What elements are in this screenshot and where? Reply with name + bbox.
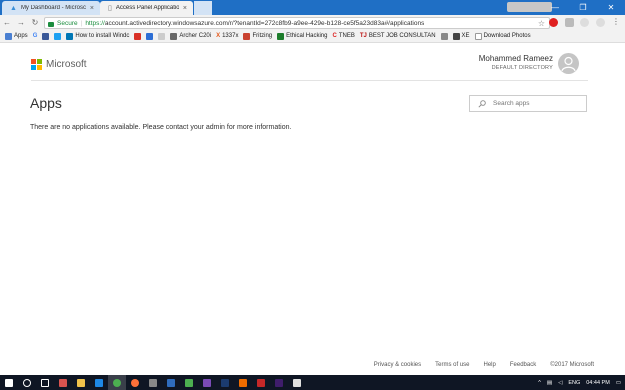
app-icon[interactable] bbox=[162, 375, 180, 390]
bookmark-apps[interactable]: Apps bbox=[5, 32, 28, 40]
task-view-icon[interactable] bbox=[36, 375, 54, 390]
close-tab-icon[interactable]: × bbox=[183, 5, 187, 12]
bookmark-archer[interactable]: Archer C20i bbox=[170, 32, 211, 40]
tab-title: My Dashboard - Microsc bbox=[20, 5, 86, 11]
firefox-icon[interactable] bbox=[126, 375, 144, 390]
search-icon bbox=[478, 99, 486, 108]
url-text: https://account.activedirectory.windowsa… bbox=[85, 19, 425, 27]
search-box[interactable] bbox=[469, 95, 587, 112]
clock[interactable]: 04:44 PM bbox=[586, 380, 610, 386]
copyright: ©2017 Microsoft bbox=[550, 362, 594, 368]
bookmark-google-icon[interactable]: G bbox=[33, 33, 38, 39]
maximize-icon[interactable]: ❐ bbox=[569, 3, 597, 12]
bookmark-fritzing[interactable]: Fritzing bbox=[243, 32, 272, 40]
close-window-icon[interactable]: ✕ bbox=[597, 3, 625, 12]
app-icon[interactable] bbox=[252, 375, 270, 390]
after-effects-icon[interactable] bbox=[270, 375, 288, 390]
edge-icon[interactable] bbox=[54, 375, 72, 390]
tray-arrow-icon[interactable]: ^ bbox=[538, 380, 541, 386]
bookmark-linkedin[interactable]: How to install Windc bbox=[66, 32, 129, 40]
bookmark-1337x[interactable]: X 1337x bbox=[216, 33, 238, 39]
secure-label: Secure bbox=[57, 19, 78, 27]
page-title: Apps bbox=[30, 95, 62, 111]
forward-icon[interactable]: → bbox=[14, 18, 28, 27]
avatar[interactable] bbox=[558, 53, 579, 74]
address-bar[interactable]: Secure | https://account.activedirectory… bbox=[44, 17, 550, 29]
bookmark-download-photos[interactable]: Download Photos bbox=[474, 32, 531, 40]
illustrator-icon[interactable] bbox=[234, 375, 252, 390]
extension-icon[interactable] bbox=[565, 18, 574, 27]
address-toolbar: ← → ↻ Secure | https://account.activedir… bbox=[0, 15, 625, 30]
bookmark-best-job[interactable]: TJ BEST JOB CONSULTAN bbox=[360, 33, 436, 39]
back-icon[interactable]: ← bbox=[0, 18, 14, 27]
language-indicator[interactable]: ENG bbox=[568, 380, 580, 386]
visual-studio-icon[interactable] bbox=[198, 375, 216, 390]
bookmark-ethical-hacking[interactable]: Ethical Hacking bbox=[277, 32, 327, 40]
bookmark-icon[interactable] bbox=[158, 32, 166, 40]
terms-link[interactable]: Terms of use bbox=[435, 362, 469, 368]
azure-icon: ▲ bbox=[10, 4, 17, 12]
taskbar: ^ ▤ ◁ ENG 04:44 PM ▭ bbox=[0, 375, 625, 390]
close-tab-icon[interactable]: × bbox=[90, 5, 94, 12]
bookmarks-bar: Apps G How to install Windc Archer C20i … bbox=[0, 30, 625, 43]
reload-icon[interactable]: ↻ bbox=[28, 18, 42, 27]
menu-icon[interactable]: ⋮ bbox=[612, 18, 620, 27]
app-icon[interactable] bbox=[180, 375, 198, 390]
lock-icon bbox=[48, 21, 54, 27]
bookmark-facebook-icon[interactable] bbox=[42, 32, 50, 40]
brand-name: Microsoft bbox=[46, 59, 87, 70]
browser-tab-strip: ▲ My Dashboard - Microsc × ▯ Access Pane… bbox=[0, 0, 625, 15]
chrome-icon[interactable] bbox=[108, 375, 126, 390]
opera-icon[interactable] bbox=[549, 18, 558, 27]
window-controls: — ❐ ✕ bbox=[541, 0, 625, 15]
user-info[interactable]: Mohammed Rameez DEFAULT DIRECTORY bbox=[479, 54, 553, 71]
search-icon[interactable] bbox=[18, 375, 36, 390]
bookmark-gmail-icon[interactable] bbox=[134, 32, 142, 40]
tab-access-panel[interactable]: ▯ Access Panel Applicatio × bbox=[100, 1, 193, 15]
system-tray: ^ ▤ ◁ ENG 04:44 PM ▭ bbox=[538, 375, 621, 390]
extension-icon[interactable] bbox=[580, 18, 589, 27]
divider bbox=[31, 80, 588, 81]
app-icon[interactable] bbox=[144, 375, 162, 390]
ie-icon[interactable] bbox=[90, 375, 108, 390]
extension-icon[interactable] bbox=[596, 18, 605, 27]
new-tab-button[interactable] bbox=[194, 1, 212, 15]
bookmark-tneb[interactable]: C TNEB bbox=[332, 33, 354, 39]
user-name: Mohammed Rameez bbox=[478, 54, 553, 63]
bookmark-icon[interactable] bbox=[440, 32, 448, 40]
file-explorer-icon[interactable] bbox=[72, 375, 90, 390]
feedback-link[interactable]: Feedback bbox=[510, 362, 536, 368]
microsoft-logo-icon bbox=[31, 59, 42, 70]
search-input[interactable] bbox=[493, 100, 573, 107]
tab-title: Access Panel Applicatio bbox=[115, 5, 179, 11]
bookmark-xe[interactable]: XE bbox=[452, 32, 470, 40]
volume-icon[interactable]: ◁ bbox=[558, 380, 562, 386]
footer: Privacy & cookies Terms of use Help Feed… bbox=[374, 362, 594, 368]
empty-state-message: There are no applications available. Ple… bbox=[30, 124, 292, 131]
directory-name: DEFAULT DIRECTORY bbox=[491, 65, 553, 71]
windows-start-icon[interactable] bbox=[0, 375, 18, 390]
app-icon[interactable] bbox=[288, 375, 306, 390]
privacy-link[interactable]: Privacy & cookies bbox=[374, 362, 421, 368]
minimize-icon[interactable]: — bbox=[541, 3, 569, 12]
photoshop-icon[interactable] bbox=[216, 375, 234, 390]
help-link[interactable]: Help bbox=[484, 362, 496, 368]
tab-my-dashboard[interactable]: ▲ My Dashboard - Microsc × bbox=[2, 1, 100, 15]
bookmark-icon[interactable] bbox=[146, 32, 154, 40]
bookmark-star-icon[interactable]: ☆ bbox=[538, 19, 545, 28]
page-icon: ▯ bbox=[108, 5, 112, 12]
notifications-icon[interactable]: ▭ bbox=[616, 380, 621, 386]
bookmark-twitter-icon[interactable] bbox=[54, 32, 62, 40]
user-icon bbox=[561, 56, 576, 72]
microsoft-logo[interactable]: Microsoft bbox=[31, 59, 87, 70]
network-icon[interactable]: ▤ bbox=[547, 380, 552, 386]
